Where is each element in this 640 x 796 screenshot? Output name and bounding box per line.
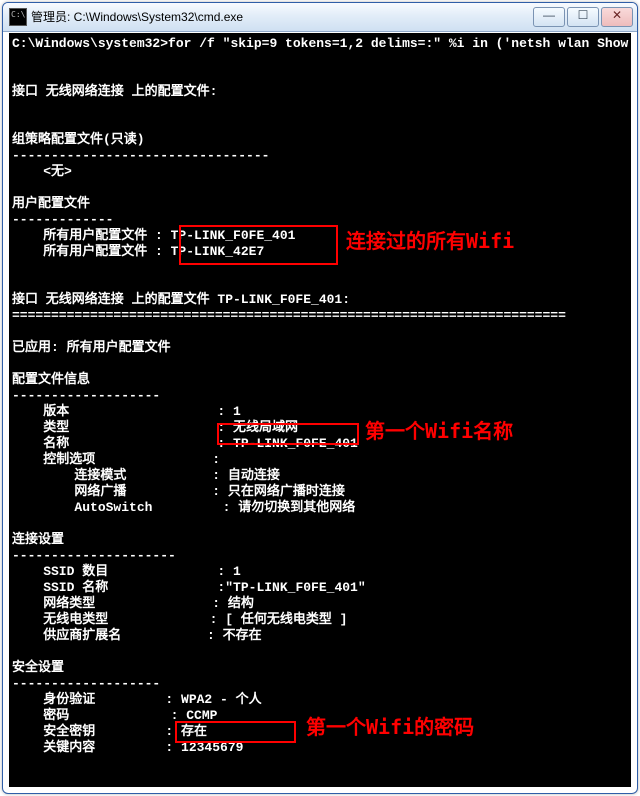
dashes: ------------------- [12,388,160,403]
profile-info-title: 配置文件信息 [12,372,90,387]
dashes: --------------------------------- [12,148,269,163]
annot-box-name [217,423,359,445]
annot-box-profiles [179,225,338,265]
group-policy-none: <无> [12,164,72,179]
dashes: --------------------- [12,548,176,563]
profile-row-label: 所有用户配置文件 : [12,228,163,243]
minimize-button[interactable]: — [533,7,565,27]
user-profiles-title: 用户配置文件 [12,196,90,211]
maximize-button[interactable]: ☐ [567,7,599,27]
annot-label-profiles: 连接过的所有Wifi [346,231,514,251]
annot-box-password [175,721,296,743]
terminal-output[interactable]: C:\Windows\system32>for /f "skip=9 token… [9,33,631,787]
big-dashes: ========================================… [12,308,566,323]
interface-header: 接口 无线网络连接 上的配置文件: [12,84,217,99]
group-policy-title: 组策略配置文件(只读) [12,132,145,147]
annot-label-password: 第一个Wifi的密码 [306,717,474,737]
annot-label-name: 第一个Wifi名称 [365,421,513,441]
prompt: C:\Windows\system32> [12,36,168,51]
cmd-icon [9,8,27,26]
cmd-window: 管理员: C:\Windows\System32\cmd.exe — ☐ ✕ C… [2,2,638,794]
dashes: ------------------- [12,676,160,691]
command: for /f "skip=9 tokens=1,2 delims=:" %i i… [168,36,631,51]
profile-header: 接口 无线网络连接 上的配置文件 [12,292,217,307]
applied: 已应用: 所有用户配置文件 [12,340,171,355]
profile-row-label: 所有用户配置文件 : [12,244,163,259]
sec-title: 安全设置 [12,660,64,675]
dashes: ------------- [12,212,113,227]
conn-title: 连接设置 [12,532,64,547]
window-title: 管理员: C:\Windows\System32\cmd.exe [31,11,533,23]
close-button[interactable]: ✕ [601,7,633,27]
titlebar[interactable]: 管理员: C:\Windows\System32\cmd.exe — ☐ ✕ [3,3,637,32]
